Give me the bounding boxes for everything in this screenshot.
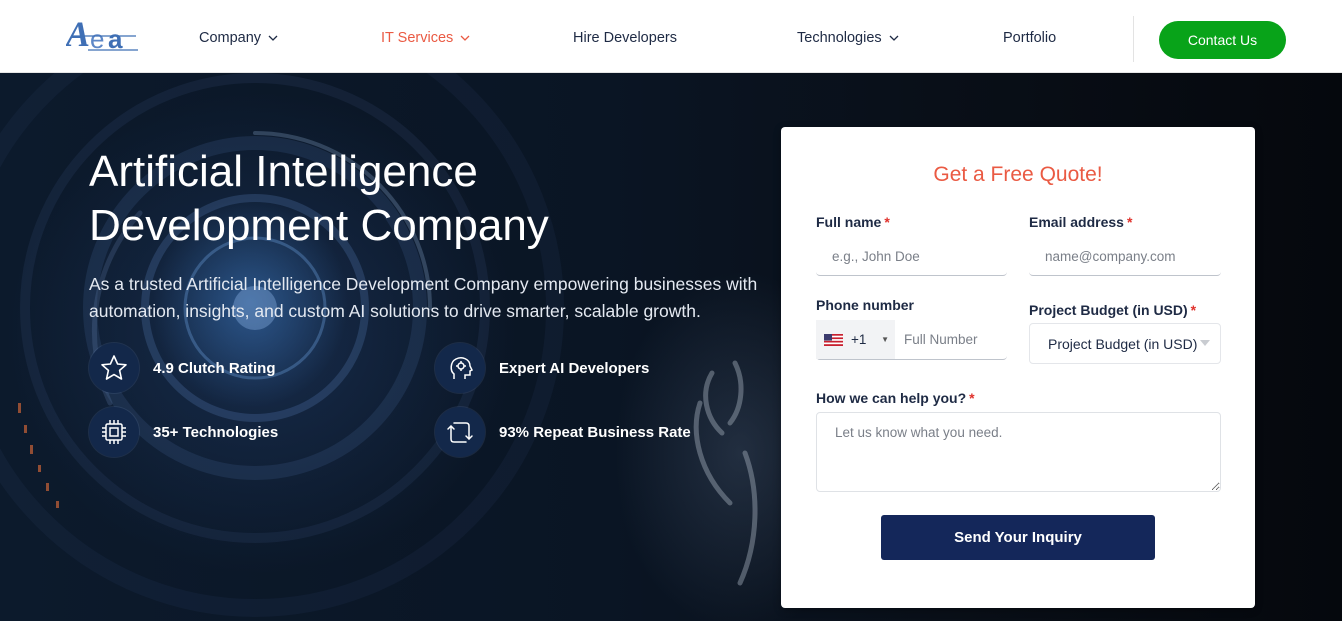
feature-label: 93% Repeat Business Rate	[499, 423, 691, 441]
phone-label: Phone number	[816, 297, 914, 313]
budget-label: Project Budget (in USD) *	[1029, 302, 1196, 318]
nav-portfolio[interactable]: Portfolio	[1003, 30, 1056, 46]
full-name-label: Full name *	[816, 214, 890, 230]
nav-divider	[1133, 16, 1134, 62]
nav-company[interactable]: Company	[199, 30, 279, 46]
country-code: +1	[851, 332, 867, 347]
contact-us-button[interactable]: Contact Us	[1159, 21, 1286, 59]
us-flag-icon	[824, 333, 843, 346]
required-mark: *	[884, 214, 890, 230]
phone-label-text: Phone number	[816, 297, 915, 313]
hero-description: As a trusted Artificial Intelligence Dev…	[89, 274, 758, 321]
feature-expert-ai: Expert AI Developers	[435, 343, 649, 393]
country-code-select[interactable]: +1 ▼	[816, 320, 895, 359]
caret-down-icon: ▼	[881, 335, 889, 344]
site-header: A e a Company IT Services Hire Developer…	[0, 0, 1342, 73]
email-input[interactable]	[1029, 238, 1221, 276]
feature-technologies: 35+ Technologies	[89, 407, 278, 457]
nav-hire-developers[interactable]: Hire Developers	[573, 30, 677, 46]
hero-title-line2: Development Company	[89, 201, 549, 250]
full-name-label-text: Full name	[816, 214, 882, 230]
email-label: Email address *	[1029, 214, 1132, 230]
nav-technologies-label: Technologies	[797, 30, 882, 46]
feature-repeat-business: 93% Repeat Business Rate	[435, 407, 691, 457]
nav-it-services[interactable]: IT Services	[381, 30, 471, 46]
hero-title-line1: Artificial Intelligence	[89, 147, 478, 196]
chevron-down-icon	[460, 35, 470, 41]
budget-label-text: Project Budget (in USD)	[1029, 302, 1188, 318]
quote-form-card: Get a Free Quote! Full name* Email addre…	[781, 127, 1255, 608]
feature-label: 35+ Technologies	[153, 423, 279, 441]
select-caret-icon	[1200, 340, 1210, 346]
hero-title: Artificial Intelligence Development Comp…	[89, 145, 729, 253]
svg-text:A: A	[66, 14, 90, 54]
budget-selected-value: Project Budget (in USD)	[1048, 335, 1198, 352]
star-icon	[89, 343, 139, 393]
help-label-text: How we can help you?	[816, 390, 967, 406]
ai-head-icon	[435, 343, 485, 393]
send-inquiry-button[interactable]: Send Your Inquiry	[881, 515, 1155, 560]
chevron-down-icon	[268, 35, 278, 41]
form-title: Get a Free Quote!	[933, 163, 1103, 186]
repeat-icon	[435, 407, 485, 457]
chip-icon	[89, 407, 139, 457]
nav-company-label: Company	[199, 30, 262, 46]
hero-section: Artificial Intelligence Development Comp…	[0, 73, 1342, 621]
help-textarea[interactable]	[816, 412, 1221, 492]
nav-portfolio-label: Portfolio	[1003, 30, 1057, 46]
required-mark: *	[1190, 302, 1197, 318]
nav-hire-developers-label: Hire Developers	[573, 30, 677, 46]
budget-select[interactable]: Project Budget (in USD)	[1029, 323, 1221, 364]
email-label-text: Email address	[1029, 214, 1124, 230]
required-mark: *	[1126, 214, 1133, 230]
chevron-down-icon	[889, 35, 899, 41]
phone-field: +1 ▼	[816, 320, 1007, 360]
feature-clutch-rating: 4.9 Clutch Rating	[89, 343, 276, 393]
help-label: How we can help you? *	[816, 390, 975, 406]
nav-technologies[interactable]: Technologies	[797, 30, 900, 46]
phone-input[interactable]	[898, 320, 1006, 358]
company-logo[interactable]: A e a	[66, 12, 140, 54]
full-name-input[interactable]	[816, 238, 1007, 276]
required-mark: *	[969, 390, 975, 406]
feature-label: Expert AI Developers	[499, 359, 650, 377]
nav-it-services-label: IT Services	[381, 30, 454, 46]
feature-label: 4.9 Clutch Rating	[153, 359, 276, 377]
